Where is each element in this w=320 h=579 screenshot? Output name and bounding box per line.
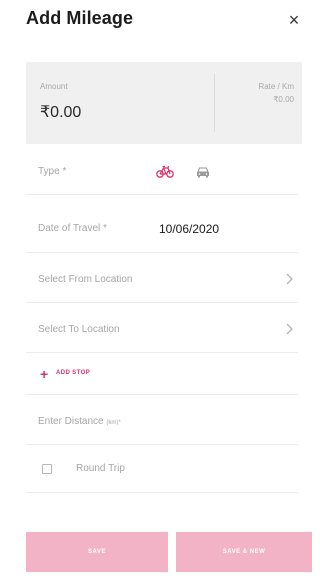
amount-value: ₹0.00 — [40, 104, 82, 121]
to-location-label: Select To Location — [38, 324, 120, 335]
amount-label: Amount — [40, 82, 68, 91]
save-button[interactable]: SAVE — [26, 532, 168, 572]
to-location-row[interactable]: Select To Location — [26, 304, 298, 353]
type-row: Type * — [26, 146, 298, 195]
distance-label: Enter Distance — [38, 416, 104, 427]
rate-value: ₹0.00 — [273, 95, 294, 104]
bicycle-icon[interactable] — [156, 164, 174, 178]
distance-field[interactable]: Enter Distance (km)* — [38, 416, 121, 427]
plus-icon: + — [40, 366, 49, 382]
dialog-header: Add Mileage × — [0, 0, 316, 48]
date-of-travel-value[interactable]: 10/06/2020 — [159, 222, 219, 236]
round-trip-label: Round Trip — [76, 463, 125, 474]
mileage-form: Type * Date of Travel * 10/06/2020 Selec… — [26, 146, 302, 516]
summary-divider — [214, 74, 215, 132]
round-trip-checkbox[interactable] — [42, 464, 52, 474]
distance-row[interactable]: Enter Distance (km)* — [26, 396, 298, 445]
action-bar: SAVE SAVE & NEW — [0, 514, 316, 579]
from-location-row[interactable]: Select From Location — [26, 254, 298, 303]
date-of-travel-row[interactable]: Date of Travel * 10/06/2020 — [26, 204, 298, 253]
add-stop-label: ADD STOP — [56, 370, 91, 376]
add-stop-row: + ADD STOP — [26, 354, 298, 395]
rate-label: Rate / Km — [258, 82, 294, 91]
round-trip-row[interactable]: Round Trip — [26, 444, 298, 493]
page-title: Add Mileage — [26, 8, 134, 28]
type-label: Type * — [38, 166, 67, 177]
distance-unit: (km)* — [106, 420, 121, 426]
save-and-new-button[interactable]: SAVE & NEW — [176, 532, 312, 572]
chevron-right-icon — [284, 272, 294, 286]
car-icon[interactable] — [196, 165, 210, 178]
date-of-travel-label: Date of Travel * — [38, 223, 107, 234]
from-location-label: Select From Location — [38, 274, 133, 285]
chevron-right-icon — [284, 322, 294, 336]
amount-summary-card: Amount ₹0.00 Rate / Km ₹0.00 — [26, 62, 302, 144]
close-icon[interactable]: × — [284, 10, 304, 30]
